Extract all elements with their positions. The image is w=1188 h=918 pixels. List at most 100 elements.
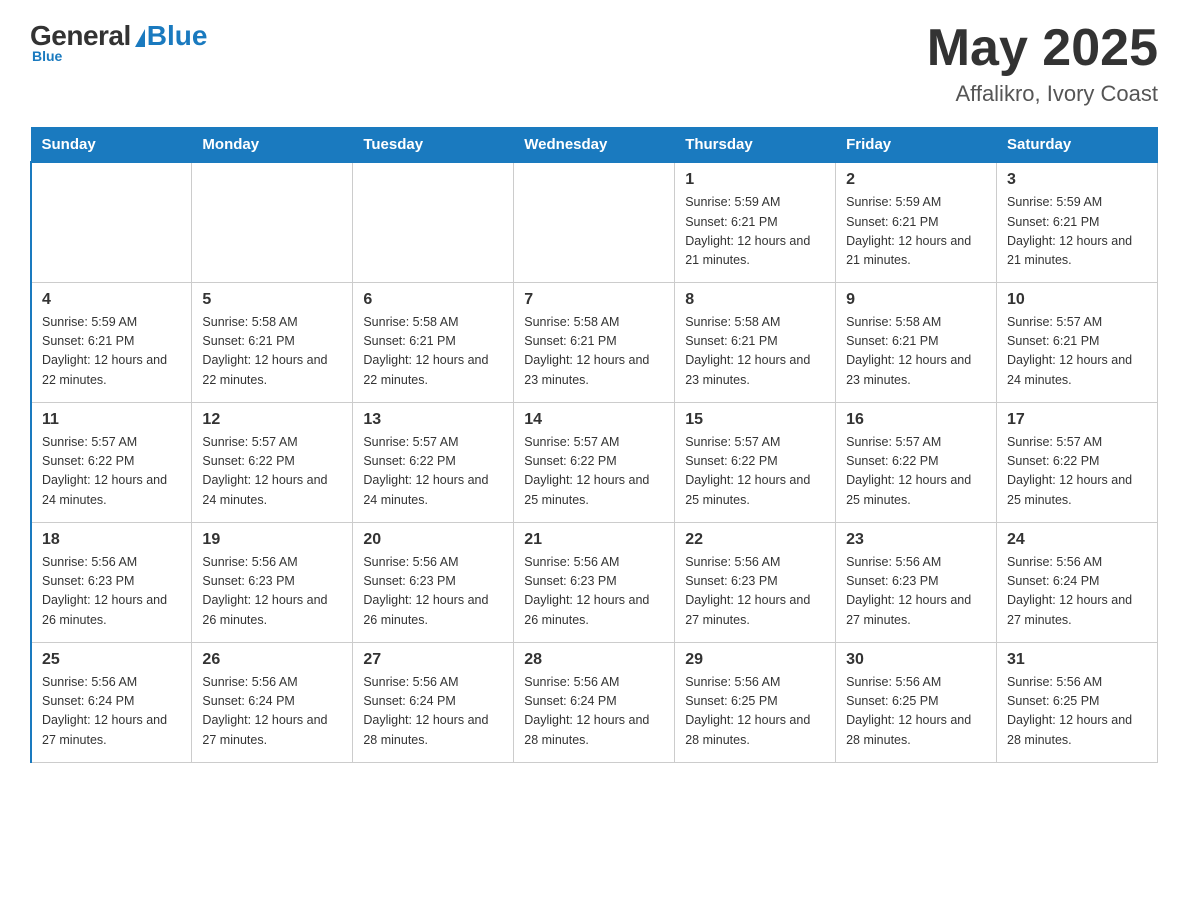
location-text: Affalikro, Ivory Coast [927,81,1158,107]
calendar-cell: 10 Sunrise: 5:57 AM Sunset: 6:21 PM Dayli… [997,282,1158,402]
day-number: 22 [685,531,825,549]
header-cell-saturday: Saturday [997,128,1158,163]
calendar-cell: 16 Sunrise: 5:57 AM Sunset: 6:22 PM Dayli… [836,402,997,522]
day-number: 16 [846,411,986,429]
calendar-cell: 25 Sunrise: 5:56 AM Sunset: 6:24 PM Dayli… [31,642,192,762]
calendar-cell: 2 Sunrise: 5:59 AM Sunset: 6:21 PM Daylig… [836,162,997,282]
header-cell-thursday: Thursday [675,128,836,163]
header-cell-wednesday: Wednesday [514,128,675,163]
day-number: 15 [685,411,825,429]
calendar-week-row: 4Sunrise: 5:59 AM Sunset: 6:21 PM Daylig… [31,282,1158,402]
day-info: Sunrise: 5:59 AM Sunset: 6:21 PM Dayligh… [846,193,986,271]
calendar-week-row: 1Sunrise: 5:59 AM Sunset: 6:21 PM Daylig… [31,162,1158,282]
day-number: 20 [363,531,503,549]
header-cell-monday: Monday [192,128,353,163]
calendar-cell: 11 Sunrise: 5:57 AM Sunset: 6:22 PM Dayli… [31,402,192,522]
day-number: 2 [846,171,986,189]
calendar-cell: 15Sunrise: 5:57 AM Sunset: 6:22 PM Dayli… [675,402,836,522]
calendar-cell: 27 Sunrise: 5:56 AM Sunset: 6:24 PM Dayli… [353,642,514,762]
calendar-cell: 21 Sunrise: 5:56 AM Sunset: 6:23 PM Dayli… [514,522,675,642]
day-number: 14 [524,411,664,429]
day-info: Sunrise: 5:59 AM Sunset: 6:21 PM Dayligh… [1007,193,1147,271]
calendar-week-row: 11 Sunrise: 5:57 AM Sunset: 6:22 PM Dayli… [31,402,1158,522]
day-number: 25 [42,651,181,669]
day-info: Sunrise: 5:56 AM Sunset: 6:23 PM Dayligh… [202,553,342,631]
day-number: 24 [1007,531,1147,549]
logo-subtitle: Blue [30,48,62,64]
calendar-cell: 13 Sunrise: 5:57 AM Sunset: 6:22 PM Dayli… [353,402,514,522]
title-section: May 2025 Affalikro, Ivory Coast [927,20,1158,107]
calendar-cell: 8 Sunrise: 5:58 AM Sunset: 6:21 PM Daylig… [675,282,836,402]
day-number: 11 [42,411,181,429]
day-info: Sunrise: 5:56 AM Sunset: 6:23 PM Dayligh… [846,553,986,631]
calendar-cell [192,162,353,282]
day-number: 7 [524,291,664,309]
day-info: Sunrise: 5:56 AM Sunset: 6:24 PM Dayligh… [42,673,181,751]
calendar-cell [514,162,675,282]
calendar-cell: 22 Sunrise: 5:56 AM Sunset: 6:23 PM Dayli… [675,522,836,642]
day-number: 18 [42,531,181,549]
day-number: 5 [202,291,342,309]
calendar-header-row: SundayMondayTuesdayWednesdayThursdayFrid… [31,128,1158,163]
page-header: General Blue Blue May 2025 Affalikro, Iv… [30,20,1158,107]
day-number: 23 [846,531,986,549]
calendar-table: SundayMondayTuesdayWednesdayThursdayFrid… [30,127,1158,763]
day-number: 28 [524,651,664,669]
day-number: 8 [685,291,825,309]
day-info: Sunrise: 5:59 AM Sunset: 6:21 PM Dayligh… [685,193,825,271]
day-info: Sunrise: 5:57 AM Sunset: 6:22 PM Dayligh… [363,433,503,511]
calendar-cell: 24 Sunrise: 5:56 AM Sunset: 6:24 PM Dayli… [997,522,1158,642]
day-number: 30 [846,651,986,669]
day-number: 31 [1007,651,1147,669]
calendar-week-row: 18 Sunrise: 5:56 AM Sunset: 6:23 PM Dayli… [31,522,1158,642]
calendar-cell: 23 Sunrise: 5:56 AM Sunset: 6:23 PM Dayli… [836,522,997,642]
day-info: Sunrise: 5:57 AM Sunset: 6:22 PM Dayligh… [846,433,986,511]
calendar-cell [353,162,514,282]
day-info: Sunrise: 5:56 AM Sunset: 6:25 PM Dayligh… [685,673,825,751]
day-info: Sunrise: 5:56 AM Sunset: 6:23 PM Dayligh… [42,553,181,631]
day-info: Sunrise: 5:58 AM Sunset: 6:21 PM Dayligh… [202,313,342,391]
header-cell-sunday: Sunday [31,128,192,163]
day-info: Sunrise: 5:58 AM Sunset: 6:21 PM Dayligh… [685,313,825,391]
day-info: Sunrise: 5:56 AM Sunset: 6:24 PM Dayligh… [363,673,503,751]
logo: General Blue Blue [30,20,207,64]
calendar-cell: 26 Sunrise: 5:56 AM Sunset: 6:24 PM Dayli… [192,642,353,762]
calendar-cell: 3Sunrise: 5:59 AM Sunset: 6:21 PM Daylig… [997,162,1158,282]
day-number: 6 [363,291,503,309]
day-number: 9 [846,291,986,309]
day-info: Sunrise: 5:56 AM Sunset: 6:25 PM Dayligh… [1007,673,1147,751]
calendar-cell: 20 Sunrise: 5:56 AM Sunset: 6:23 PM Dayli… [353,522,514,642]
day-info: Sunrise: 5:56 AM Sunset: 6:23 PM Dayligh… [363,553,503,631]
calendar-cell [31,162,192,282]
logo-blue-text: Blue [147,20,208,52]
calendar-cell: 28Sunrise: 5:56 AM Sunset: 6:24 PM Dayli… [514,642,675,762]
day-number: 27 [363,651,503,669]
day-number: 17 [1007,411,1147,429]
month-year-title: May 2025 [927,20,1158,77]
day-info: Sunrise: 5:58 AM Sunset: 6:21 PM Dayligh… [524,313,664,391]
day-info: Sunrise: 5:57 AM Sunset: 6:22 PM Dayligh… [202,433,342,511]
day-info: Sunrise: 5:57 AM Sunset: 6:22 PM Dayligh… [42,433,181,511]
day-info: Sunrise: 5:56 AM Sunset: 6:24 PM Dayligh… [202,673,342,751]
day-number: 12 [202,411,342,429]
calendar-cell: 9 Sunrise: 5:58 AM Sunset: 6:21 PM Daylig… [836,282,997,402]
day-info: Sunrise: 5:57 AM Sunset: 6:21 PM Dayligh… [1007,313,1147,391]
day-info: Sunrise: 5:56 AM Sunset: 6:23 PM Dayligh… [524,553,664,631]
day-info: Sunrise: 5:58 AM Sunset: 6:21 PM Dayligh… [846,313,986,391]
day-info: Sunrise: 5:56 AM Sunset: 6:25 PM Dayligh… [846,673,986,751]
day-number: 21 [524,531,664,549]
calendar-cell: 31 Sunrise: 5:56 AM Sunset: 6:25 PM Dayli… [997,642,1158,762]
calendar-week-row: 25 Sunrise: 5:56 AM Sunset: 6:24 PM Dayli… [31,642,1158,762]
day-info: Sunrise: 5:56 AM Sunset: 6:23 PM Dayligh… [685,553,825,631]
day-number: 10 [1007,291,1147,309]
calendar-cell: 7 Sunrise: 5:58 AM Sunset: 6:21 PM Daylig… [514,282,675,402]
day-info: Sunrise: 5:57 AM Sunset: 6:22 PM Dayligh… [1007,433,1147,511]
day-number: 13 [363,411,503,429]
calendar-cell: 6Sunrise: 5:58 AM Sunset: 6:21 PM Daylig… [353,282,514,402]
header-cell-friday: Friday [836,128,997,163]
day-number: 26 [202,651,342,669]
calendar-cell: 18 Sunrise: 5:56 AM Sunset: 6:23 PM Dayli… [31,522,192,642]
day-number: 4 [42,291,181,309]
day-info: Sunrise: 5:56 AM Sunset: 6:24 PM Dayligh… [1007,553,1147,631]
day-number: 19 [202,531,342,549]
